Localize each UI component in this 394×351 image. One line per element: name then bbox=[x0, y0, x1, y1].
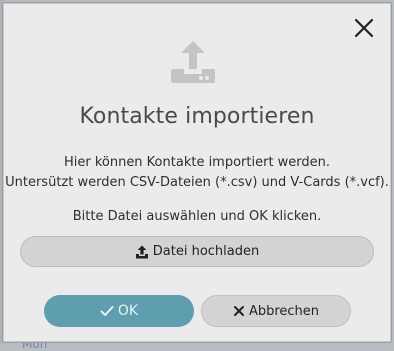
upload-icon bbox=[135, 245, 149, 259]
cancel-label: Abbrechen bbox=[248, 303, 320, 319]
ok-button[interactable]: OK bbox=[44, 295, 194, 327]
dialog-description: Hier können Kontakte importiert werden. … bbox=[3, 153, 391, 193]
import-contacts-dialog: Kontakte importieren Hier können Kontakt… bbox=[2, 2, 392, 343]
check-icon bbox=[100, 304, 114, 318]
upload-file-label: Datei hochladen bbox=[152, 244, 260, 259]
dialog-title: Kontakte importieren bbox=[79, 104, 315, 129]
upload-icon bbox=[169, 39, 217, 85]
description-line-2: Untersützt werden CSV-Dateien (*.csv) un… bbox=[5, 175, 389, 190]
close-button[interactable] bbox=[353, 17, 375, 39]
close-icon bbox=[354, 18, 374, 38]
upload-file-button[interactable]: Datei hochladen bbox=[20, 236, 374, 267]
ok-label: OK bbox=[117, 303, 139, 319]
x-icon bbox=[233, 305, 245, 317]
cancel-button[interactable]: Abbrechen bbox=[201, 295, 351, 327]
dialog-hint: Bitte Datei auswählen und OK klicken. bbox=[72, 209, 322, 224]
description-line-1: Hier können Kontakte importiert werden. bbox=[63, 155, 331, 170]
